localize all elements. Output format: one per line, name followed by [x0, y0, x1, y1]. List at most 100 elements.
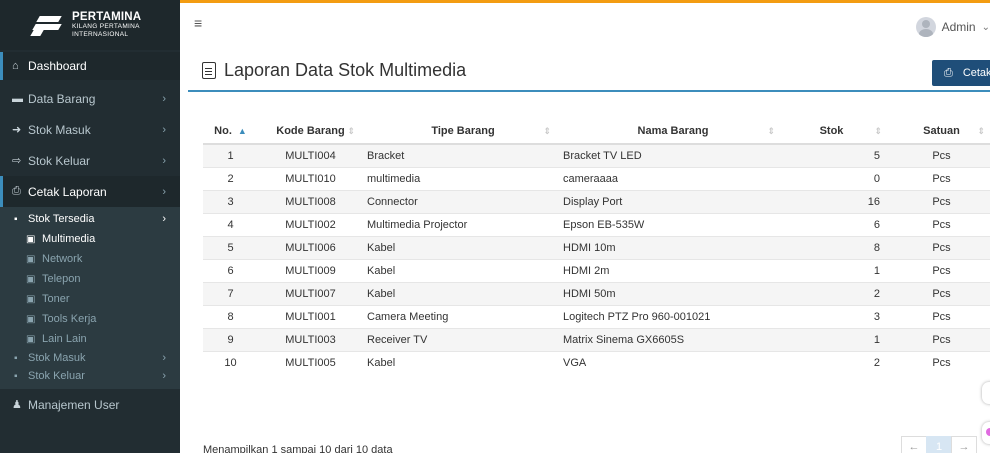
- chevron-right-icon: ›: [162, 213, 166, 225]
- cell-kode-barang: MULTI006: [258, 235, 363, 259]
- stock-table: No. ▲ Kode Barang ⇕ Tipe Barang ⇕ Nama Bara…: [203, 118, 990, 374]
- cell-nama-barang: HDMI 50m: [559, 281, 783, 305]
- pagination-next-button[interactable]: →: [951, 436, 977, 453]
- user-menu[interactable]: Admin ⌄: [915, 17, 990, 37]
- cell-no: 9: [203, 327, 258, 351]
- chevron-right-icon: ›: [162, 154, 166, 167]
- table-row: 7 MULTI007 Kabel HDMI 50m 2 Pcs: [203, 281, 990, 305]
- home-icon: ⌂: [12, 60, 19, 72]
- sidebar-item-data-barang[interactable]: ▬ Data Barang ›: [0, 83, 180, 114]
- submenu-item-stok-masuk[interactable]: ▪ Stok Masuk ›: [0, 349, 180, 367]
- cell-no: 1: [203, 143, 258, 167]
- submenu-item-stok-keluar[interactable]: ▪ Stok Keluar ›: [0, 367, 180, 385]
- column-header-nama-barang[interactable]: Nama Barang ⇕: [559, 118, 783, 145]
- pagination-prev-button[interactable]: ←: [901, 436, 927, 453]
- table-row: 2 MULTI010 multimedia cameraaaa 0 Pcs: [203, 166, 990, 190]
- cell-tipe-barang: Connector: [363, 189, 559, 213]
- brand-line3: INTERNASIONAL: [72, 30, 129, 38]
- sidebar-item-label: Cetak Laporan: [28, 184, 107, 199]
- cell-nama-barang: HDMI 2m: [559, 258, 783, 282]
- print-icon: ⎙: [944, 66, 953, 79]
- sidebar-item-label: Stok Masuk: [28, 122, 91, 137]
- pagination-page-1[interactable]: 1: [926, 436, 952, 453]
- cell-nama-barang: Bracket TV LED: [559, 143, 783, 167]
- column-header-kode-barang[interactable]: Kode Barang ⇕: [258, 118, 363, 145]
- cell-kode-barang: MULTI008: [258, 189, 363, 213]
- cell-nama-barang: HDMI 10m: [559, 235, 783, 259]
- table-body: 1 MULTI004 Bracket Bracket TV LED 5 Pcs …: [203, 143, 990, 374]
- sort-icon: ⇕: [543, 126, 551, 136]
- file-icon: ▪: [14, 213, 18, 225]
- pdf-file-icon: ▣: [26, 293, 36, 305]
- cell-kode-barang: MULTI009: [258, 258, 363, 282]
- cell-stok: 3: [783, 304, 890, 328]
- pdf-file-icon: ▣: [26, 273, 36, 285]
- sidebar-item-stok-keluar[interactable]: ⇨ Stok Keluar ›: [0, 145, 180, 176]
- page-title: Laporan Data Stok Multimedia: [224, 59, 467, 80]
- cell-satuan: Pcs: [890, 235, 990, 259]
- cell-satuan: Pcs: [890, 143, 990, 167]
- submenu-item-stok-tersedia[interactable]: ▪ Stok Tersedia ›: [0, 209, 180, 229]
- cell-satuan: Pcs: [890, 327, 990, 351]
- cell-tipe-barang: multimedia: [363, 166, 559, 190]
- table-row: 3 MULTI008 Connector Display Port 16 Pcs: [203, 189, 990, 213]
- topbar: ≡ Admin ⌄: [180, 0, 990, 50]
- submenu-item-toner[interactable]: ▣ Toner: [0, 289, 180, 309]
- user-name: Admin: [941, 20, 976, 34]
- table-header-row: No. ▲ Kode Barang ⇕ Tipe Barang ⇕ Nama Bara…: [203, 118, 990, 145]
- chevron-right-icon: ›: [162, 352, 166, 364]
- sidebar-item-label: Dashboard: [28, 59, 87, 73]
- hamburger-menu-icon[interactable]: ≡: [194, 15, 202, 31]
- sort-icon: ⇕: [874, 126, 882, 136]
- submenu-item-tools-kerja[interactable]: ▣ Tools Kerja: [0, 309, 180, 329]
- sidebar-item-label: Data Barang: [28, 91, 96, 106]
- document-icon: [202, 61, 216, 79]
- cell-nama-barang: Display Port: [559, 189, 783, 213]
- cell-kode-barang: MULTI005: [258, 350, 363, 374]
- cell-kode-barang: MULTI007: [258, 281, 363, 305]
- submenu-item-lain-lain[interactable]: ▣ Lain Lain: [0, 329, 180, 349]
- sort-icon: ⇕: [977, 126, 985, 136]
- sidebar-item-manajemen-user[interactable]: ♟ Manajemen User: [0, 389, 180, 420]
- cell-tipe-barang: Camera Meeting: [363, 304, 559, 328]
- sidebar-item-label: Stok Keluar: [28, 153, 91, 168]
- column-header-tipe-barang[interactable]: Tipe Barang ⇕: [363, 118, 559, 145]
- sidebar-item-dashboard[interactable]: ⌂ Dashboard: [0, 52, 180, 80]
- table-row: 10 MULTI005 Kabel VGA 2 Pcs: [203, 350, 990, 374]
- folder-icon: ▬: [12, 92, 23, 105]
- cell-no: 6: [203, 258, 258, 282]
- submenu-item-telepon[interactable]: ▣ Telepon: [0, 269, 180, 289]
- cell-satuan: Pcs: [890, 304, 990, 328]
- column-header-satuan[interactable]: Satuan ⇕: [890, 118, 990, 145]
- cell-kode-barang: MULTI001: [258, 304, 363, 328]
- file-icon: ▪: [14, 370, 18, 382]
- cell-tipe-barang: Kabel: [363, 258, 559, 282]
- cell-satuan: Pcs: [890, 258, 990, 282]
- floating-assistant-icon[interactable]: [982, 422, 990, 444]
- column-header-stok[interactable]: Stok ⇕: [783, 118, 890, 145]
- sort-icon: ⇕: [347, 126, 355, 136]
- pdf-file-icon: ▣: [26, 253, 36, 265]
- table-row: 8 MULTI001 Camera Meeting Logitech PTZ P…: [203, 304, 990, 328]
- print-button[interactable]: ⎙ Cetak: [932, 60, 990, 86]
- table-row: 5 MULTI006 Kabel HDMI 10m 8 Pcs: [203, 235, 990, 259]
- table-row: 9 MULTI003 Receiver TV Matrix Sinema GX6…: [203, 327, 990, 351]
- pdf-file-icon: ▣: [26, 313, 36, 325]
- user-icon: ♟: [12, 399, 22, 411]
- cell-no: 8: [203, 304, 258, 328]
- sidebar-item-cetak-laporan[interactable]: ⎙ Cetak Laporan ›: [0, 176, 180, 207]
- pertamina-logo[interactable]: PERTAMINA KILANG PERTAMINA INTERNASIONAL: [0, 0, 180, 50]
- table-info: Menampilkan 1 sampai 10 dari 10 data: [203, 444, 393, 453]
- floating-tab[interactable]: [982, 382, 990, 404]
- submenu-item-network[interactable]: ▣ Network: [0, 249, 180, 269]
- brand-line2: KILANG PERTAMINA: [72, 23, 140, 31]
- cell-stok: 1: [783, 327, 890, 351]
- cell-stok: 6: [783, 212, 890, 236]
- submenu-item-multimedia[interactable]: ▣ Multimedia: [0, 229, 180, 249]
- column-header-no[interactable]: No. ▲: [203, 118, 258, 145]
- sidebar-item-stok-masuk[interactable]: ➜ Stok Masuk ›: [0, 114, 180, 145]
- cell-stok: 5: [783, 143, 890, 167]
- table-row: 4 MULTI002 Multimedia Projector Epson EB…: [203, 212, 990, 236]
- file-icon: ▪: [14, 352, 18, 364]
- cell-tipe-barang: Kabel: [363, 281, 559, 305]
